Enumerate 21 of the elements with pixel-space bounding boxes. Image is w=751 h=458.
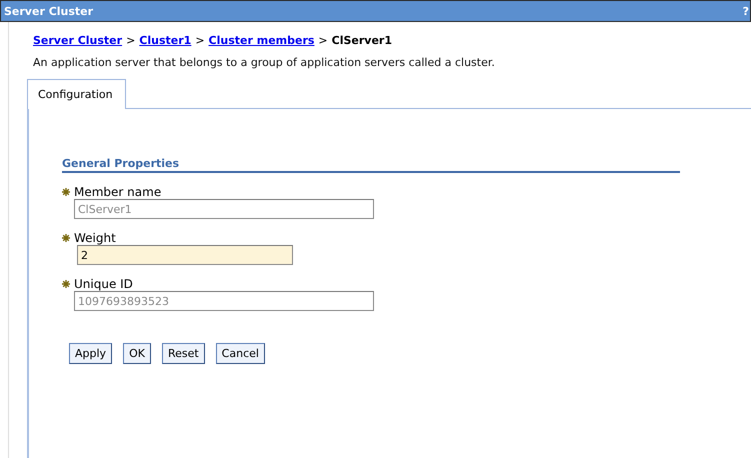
breadcrumb-separator: > [126,34,136,47]
form-button[interactable]: OK [123,343,151,364]
form-button[interactable]: Apply [69,343,112,364]
breadcrumb-link[interactable]: Cluster members [208,34,314,47]
form-button[interactable]: Cancel [216,343,265,364]
form-button[interactable]: Reset [162,343,205,364]
input-field[interactable]: ClServer1 [74,199,374,219]
breadcrumb-separator: > [318,34,328,47]
section-heading: General Properties [62,157,680,173]
field-label: Member name [74,185,162,199]
breadcrumb-current: ClServer1 [332,34,392,47]
window-title: Server Cluster [4,4,94,18]
page-description: An application server that belongs to a group of application servers called a cluster. [33,56,496,69]
input-field[interactable]: 2 [77,245,293,265]
breadcrumb-link[interactable]: Server Cluster [33,34,122,47]
breadcrumb-separator: > [195,34,205,47]
breadcrumb-link[interactable]: Cluster1 [139,34,192,47]
field-label: Unique ID [74,277,133,291]
configuration-tab[interactable]: Configuration [27,79,126,109]
input-field[interactable]: 1097693893523 [74,291,374,311]
field-label: Weight [74,231,116,245]
